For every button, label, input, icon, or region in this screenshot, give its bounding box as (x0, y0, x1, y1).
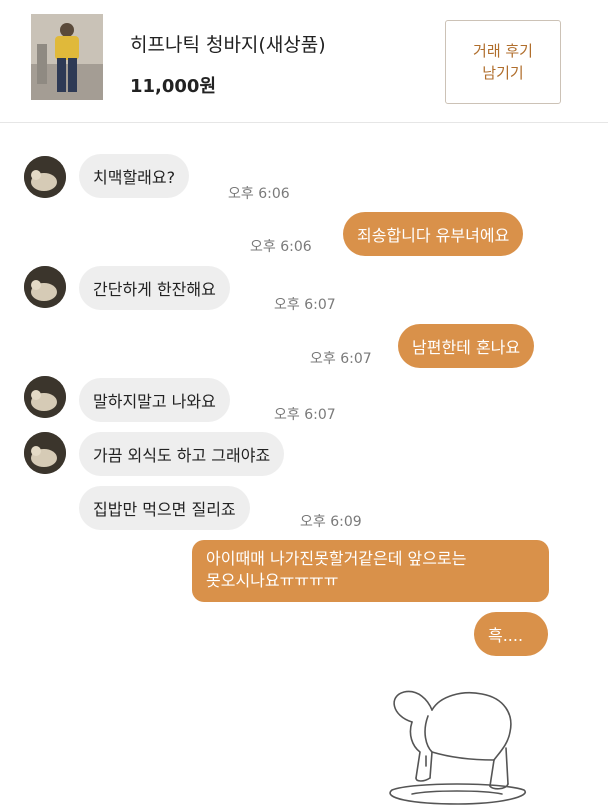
user-avatar-icon (24, 376, 66, 418)
product-photo-icon (31, 14, 103, 100)
message-bubble-incoming: 치맥할래요? (79, 154, 190, 198)
avatar[interactable] (24, 432, 66, 474)
message-bubble-outgoing: 흑.... (474, 612, 548, 656)
user-avatar-icon (24, 266, 66, 308)
message-timestamp: 오후 6:06 (250, 239, 312, 255)
crying-rabbit-sticker-icon (389, 690, 527, 805)
leave-review-button[interactable]: 거래 후기 남기기 (445, 20, 561, 104)
product-title: 히프나틱 청바지(새상품) (130, 34, 326, 56)
avatar[interactable] (24, 376, 66, 418)
message-bubble-incoming: 집밥만 먹으면 질리죠 (79, 486, 250, 530)
avatar[interactable] (24, 156, 66, 198)
user-avatar-icon (24, 432, 66, 474)
message-bubble-incoming: 말하지말고 나와요 (79, 378, 230, 422)
product-price: 11,000원 (130, 76, 217, 97)
leave-review-label: 거래 후기 남기기 (473, 42, 533, 82)
message-bubble-outgoing: 아이때매 나가진못할거같은데 앞으로는 못오시나요ㅠㅠㅠㅠ (192, 540, 549, 602)
message-bubble-incoming: 가끔 외식도 하고 그래야죠 (79, 432, 285, 476)
avatar[interactable] (24, 266, 66, 308)
user-avatar-icon (24, 156, 66, 198)
message-timestamp: 오후 6:07 (310, 351, 372, 367)
product-thumbnail[interactable] (31, 14, 103, 100)
message-timestamp: 오후 6:07 (274, 297, 336, 313)
message-bubble-outgoing: 죄송합니다 유부녀에요 (343, 212, 524, 256)
message-bubble-incoming: 간단하게 한잔해요 (79, 266, 230, 310)
message-timestamp: 오후 6:09 (300, 514, 362, 530)
message-timestamp: 오후 6:06 (228, 186, 290, 202)
product-header: 히프나틱 청바지(새상품) 11,000원 거래 후기 남기기 (0, 0, 608, 123)
message-timestamp: 오후 6:07 (274, 407, 336, 423)
message-bubble-outgoing: 남편한테 혼나요 (398, 324, 535, 368)
